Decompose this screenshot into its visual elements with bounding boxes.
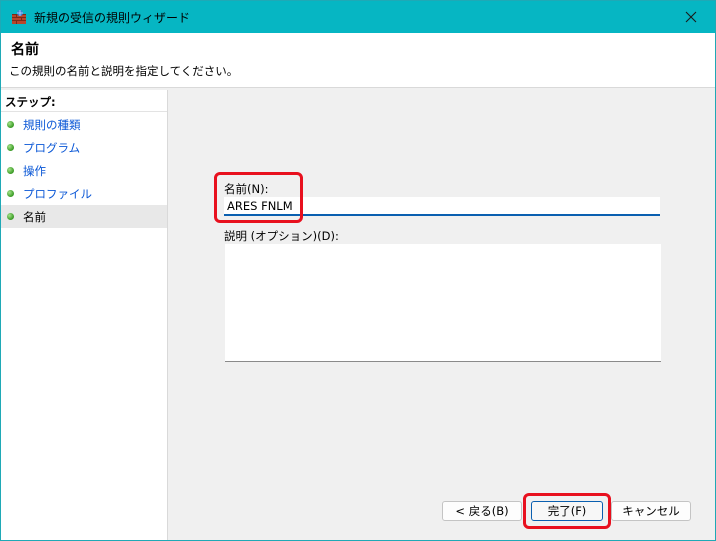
back-button[interactable]: < 戻る(B) — [442, 501, 522, 521]
firewall-rule-icon — [12, 10, 26, 24]
step-program[interactable]: プログラム — [1, 136, 167, 159]
window-title: 新規の受信の規則ウィザード — [34, 11, 191, 25]
steps-sidebar: ステップ: 規則の種類 プログラム 操作 プロファイル 名前 — [1, 90, 168, 540]
step-status-icon — [7, 144, 14, 151]
page-header: 名前 この規則の名前と説明を指定してください。 — [1, 33, 715, 88]
step-label: 名前 — [23, 210, 46, 224]
steps-heading: ステップ: — [5, 95, 56, 109]
step-status-icon — [7, 121, 14, 128]
step-label: プロファイル — [23, 187, 92, 201]
description-label: 説明 (オプション)(D): — [224, 229, 339, 243]
description-input[interactable] — [225, 244, 661, 362]
step-label: プログラム — [23, 141, 81, 155]
step-label: 規則の種類 — [23, 118, 81, 132]
step-profile[interactable]: プロファイル — [1, 182, 167, 205]
title-bar: 新規の受信の規則ウィザード — [1, 1, 715, 33]
step-status-icon — [7, 190, 14, 197]
wizard-window: 新規の受信の規則ウィザード 名前 この規則の名前と説明を指定してください。 ステ… — [0, 0, 716, 541]
step-rule-type[interactable]: 規則の種類 — [1, 113, 167, 136]
step-status-icon — [7, 213, 14, 220]
step-action[interactable]: 操作 — [1, 159, 167, 182]
name-label: 名前(N): — [224, 182, 269, 196]
close-icon — [685, 11, 697, 23]
close-button[interactable] — [671, 3, 711, 31]
page-title: 名前 — [11, 42, 39, 58]
finish-button[interactable]: 完了(F) — [531, 501, 603, 521]
page-description: この規則の名前と説明を指定してください。 — [9, 64, 239, 78]
step-status-icon — [7, 167, 14, 174]
step-name: 名前 — [1, 205, 167, 228]
step-label: 操作 — [23, 164, 46, 178]
steps-divider — [1, 111, 167, 112]
name-input[interactable] — [224, 197, 660, 216]
cancel-button[interactable]: キャンセル — [611, 501, 691, 521]
